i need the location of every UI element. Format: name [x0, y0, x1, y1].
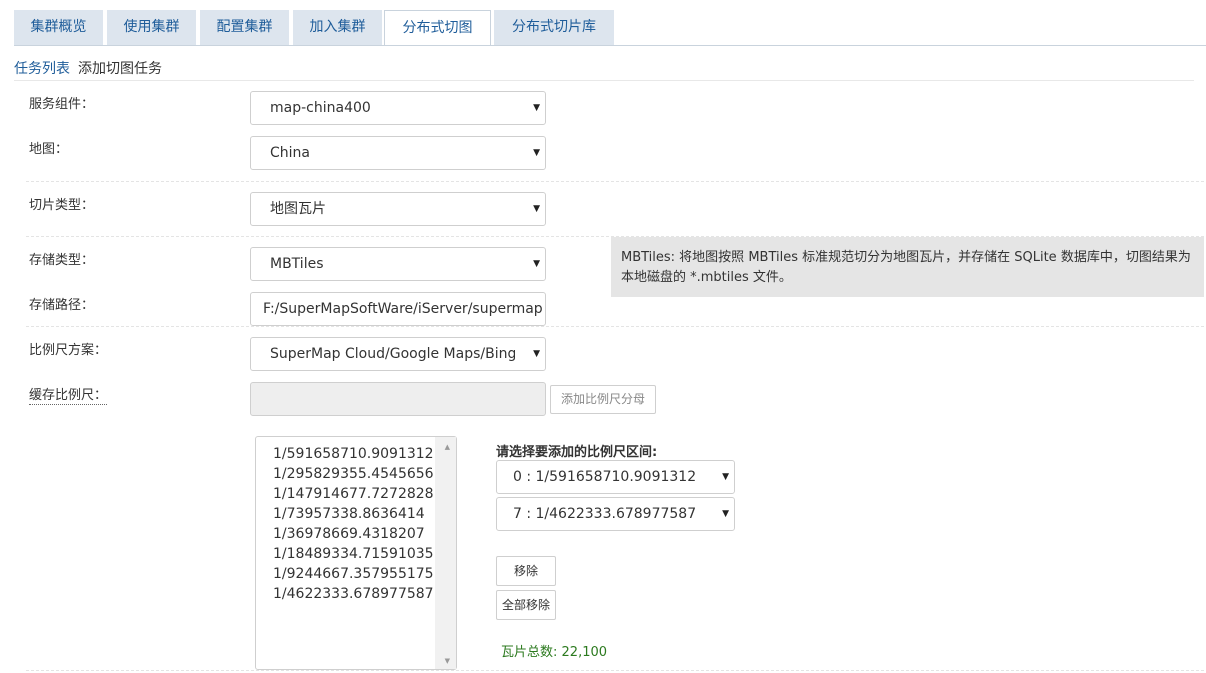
- list-item[interactable]: 1/18489334.71591035: [273, 544, 434, 564]
- tile-total: 瓦片总数: 22,100: [501, 641, 607, 660]
- range-start-value: 0 : 1/591658710.9091312: [513, 469, 697, 485]
- list-item[interactable]: 1/4622333.678977587: [273, 584, 434, 604]
- tab-distributed-tiling[interactable]: 分布式切图: [384, 10, 491, 46]
- caret-down-icon: ▼: [533, 103, 540, 113]
- tile-type-select[interactable]: 地图瓦片 ▼: [250, 192, 546, 226]
- map-select-value: China: [270, 145, 310, 161]
- list-item[interactable]: 1/73957338.8636414: [273, 504, 434, 524]
- range-end-value: 7 : 1/4622333.678977587: [513, 506, 697, 522]
- tab-distributed-tile-store[interactable]: 分布式切片库: [494, 10, 614, 45]
- caret-down-icon: ▼: [533, 349, 540, 359]
- scroll-down-icon[interactable]: ▼: [445, 657, 450, 665]
- scale-listbox[interactable]: 1/591658710.9091312 1/295829355.4545656 …: [255, 436, 457, 670]
- section-divider: [26, 670, 1204, 671]
- scale-list: 1/591658710.9091312 1/295829355.4545656 …: [273, 444, 434, 604]
- tile-type-label: 切片类型：: [29, 198, 95, 213]
- section-divider: [26, 181, 1204, 182]
- tile-total-value: 22,100: [561, 645, 608, 660]
- range-start-select[interactable]: 0 : 1/591658710.9091312 ▼: [496, 460, 735, 494]
- tab-join-cluster[interactable]: 加入集群: [293, 10, 382, 45]
- caret-down-icon: ▼: [533, 204, 540, 214]
- caret-down-icon: ▼: [722, 472, 729, 482]
- storage-type-tip: MBTiles: 将地图按照 MBTiles 标准规范切分为地图瓦片，并存储在 …: [611, 237, 1204, 297]
- storage-path-label: 存储路径：: [29, 298, 95, 313]
- caret-down-icon: ▼: [722, 509, 729, 519]
- add-scale-button[interactable]: 添加比例尺分母: [550, 385, 656, 414]
- tab-configure-cluster[interactable]: 配置集群: [200, 10, 289, 45]
- breadcrumb: 任务列表 添加切图任务: [14, 58, 162, 78]
- range-label: 请选择要添加的比例尺区间:: [496, 445, 658, 460]
- service-select[interactable]: map-china400 ▼: [250, 91, 546, 125]
- remove-all-button[interactable]: 全部移除: [496, 590, 556, 620]
- list-item[interactable]: 1/36978669.4318207: [273, 524, 434, 544]
- tab-divider: [14, 45, 1206, 46]
- map-select[interactable]: China ▼: [250, 136, 546, 170]
- scroll-up-icon[interactable]: ▲: [445, 443, 450, 451]
- cache-scale-input[interactable]: [250, 382, 546, 416]
- service-label: 服务组件：: [29, 97, 95, 112]
- caret-down-icon: ▼: [533, 259, 540, 269]
- scale-scheme-label: 比例尺方案：: [29, 343, 108, 358]
- caret-down-icon: ▼: [533, 148, 540, 158]
- list-item[interactable]: 1/591658710.9091312: [273, 444, 434, 464]
- list-item[interactable]: 1/9244667.357955175: [273, 564, 434, 584]
- scale-scheme-select[interactable]: SuperMap Cloud/Google Maps/Bing ▼: [250, 337, 546, 371]
- subnav-divider: [14, 80, 1194, 81]
- current-page-label: 添加切图任务: [78, 61, 162, 77]
- range-end-select[interactable]: 7 : 1/4622333.678977587 ▼: [496, 497, 735, 531]
- tab-cluster-overview[interactable]: 集群概览: [14, 10, 103, 45]
- storage-type-label: 存储类型：: [29, 253, 95, 268]
- section-divider: [26, 326, 1204, 327]
- scale-scheme-select-value: SuperMap Cloud/Google Maps/Bing: [270, 346, 515, 362]
- list-item[interactable]: 1/147914677.7272828: [273, 484, 434, 504]
- storage-type-select-value: MBTiles: [270, 256, 324, 272]
- map-label: 地图：: [29, 142, 69, 157]
- storage-type-select[interactable]: MBTiles ▼: [250, 247, 546, 281]
- list-item[interactable]: 1/295829355.4545656: [273, 464, 434, 484]
- remove-button[interactable]: 移除: [496, 556, 556, 586]
- cache-scale-label: 缓存比例尺：: [29, 384, 108, 405]
- task-list-link[interactable]: 任务列表: [14, 61, 70, 77]
- tile-total-label: 瓦片总数:: [501, 645, 558, 660]
- tile-type-select-value: 地图瓦片: [270, 201, 326, 217]
- service-select-value: map-china400: [270, 100, 371, 116]
- tab-use-cluster[interactable]: 使用集群: [107, 10, 196, 45]
- listbox-scrollbar[interactable]: ▲ ▼: [435, 437, 456, 669]
- storage-path-input[interactable]: F:/SuperMapSoftWare/iServer/supermap: [250, 292, 546, 326]
